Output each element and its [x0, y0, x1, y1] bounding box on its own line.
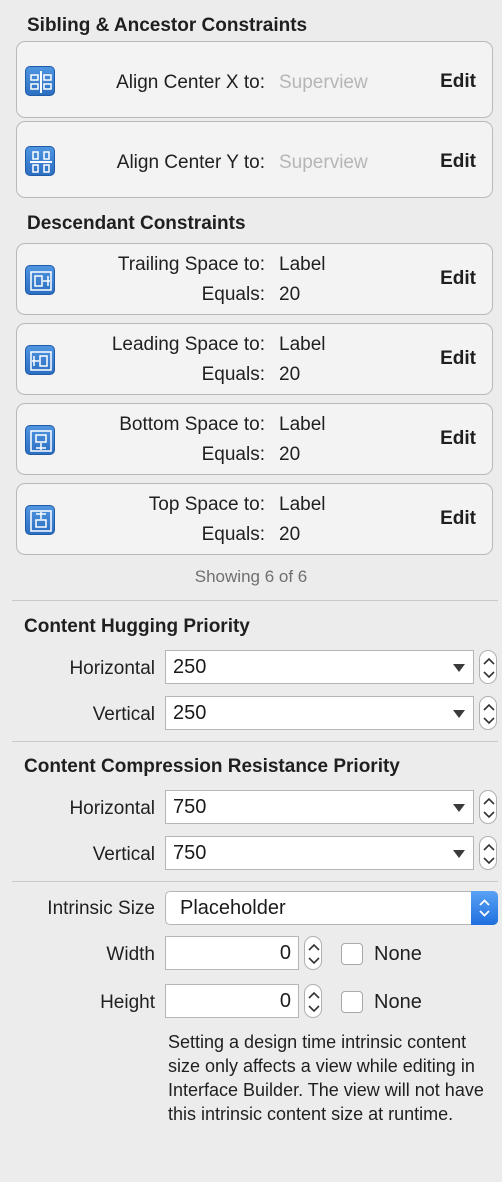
equals-value: 20 [279, 444, 301, 465]
select-value: 750 [173, 796, 207, 818]
select-value: 750 [173, 842, 207, 864]
align-center-y-icon [25, 146, 55, 176]
intrinsic-size-popup[interactable]: Placeholder [165, 891, 498, 925]
constraint-trailing-space[interactable]: Trailing Space to: Label Equals: 20 Edit [16, 243, 493, 315]
compression-vertical-select[interactable]: 750 [165, 836, 474, 870]
edit-button[interactable]: Edit [440, 268, 476, 290]
top-space-icon [25, 505, 55, 535]
constraint-label: Top Space to: [148, 494, 265, 515]
edit-button[interactable]: Edit [440, 71, 476, 93]
select-value: 250 [173, 656, 207, 678]
constraint-label: Align Center Y to: [116, 152, 265, 173]
height-none-checkbox[interactable] [341, 991, 363, 1013]
width-none-checkbox[interactable] [341, 943, 363, 965]
equals-label: Equals: [201, 524, 265, 545]
select-value: 250 [173, 702, 207, 724]
constraint-label: Leading Space to: [111, 334, 265, 355]
width-field[interactable]: 0 [165, 936, 299, 970]
chevron-down-icon [453, 710, 465, 718]
content-hugging-title: Content Hugging Priority [24, 616, 250, 637]
constraint-target: Label [279, 414, 326, 435]
constraint-label: Bottom Space to: [119, 414, 265, 435]
content-compression-title: Content Compression Resistance Priority [24, 756, 400, 777]
width-stepper[interactable] [304, 936, 322, 970]
hugging-horizontal-stepper[interactable] [479, 650, 497, 684]
constraint-align-center-y[interactable]: Align Center Y to: Superview Edit [16, 121, 493, 198]
hugging-horizontal-select[interactable]: 250 [165, 650, 474, 684]
width-none-label[interactable]: None [374, 943, 422, 966]
trailing-space-icon [25, 265, 55, 295]
constraint-leading-space[interactable]: Leading Space to: Label Equals: 20 Edit [16, 323, 493, 395]
edit-button[interactable]: Edit [440, 348, 476, 370]
compression-horizontal-select[interactable]: 750 [165, 790, 474, 824]
intrinsic-size-label: Intrinsic Size [47, 898, 155, 919]
hugging-vertical-label: Vertical [92, 704, 155, 725]
equals-value: 20 [279, 524, 301, 545]
equals-value: 20 [279, 364, 301, 385]
popup-value: Placeholder [180, 897, 286, 919]
showing-count: Showing 6 of 6 [194, 567, 308, 586]
width-label: Width [106, 944, 155, 965]
compression-vertical-stepper[interactable] [479, 836, 497, 870]
height-field[interactable]: 0 [165, 984, 299, 1018]
chevron-down-icon [453, 664, 465, 672]
height-label: Height [100, 992, 155, 1013]
divider [12, 600, 498, 601]
popup-chevron-icon [471, 891, 498, 925]
bottom-space-icon [25, 425, 55, 455]
constraint-label: Trailing Space to: [117, 254, 265, 275]
constraint-target: Label [279, 254, 326, 275]
equals-value: 20 [279, 284, 301, 305]
constraint-target: Label [279, 334, 326, 355]
constraint-align-center-x[interactable]: Align Center X to: Superview Edit [16, 41, 493, 118]
hugging-vertical-select[interactable]: 250 [165, 696, 474, 730]
equals-label: Equals: [201, 444, 265, 465]
equals-label: Equals: [201, 364, 265, 385]
edit-button[interactable]: Edit [440, 428, 476, 450]
edit-button[interactable]: Edit [440, 151, 476, 173]
divider [12, 881, 498, 882]
intrinsic-size-note: Setting a design time intrinsic content … [168, 1032, 484, 1124]
edit-button[interactable]: Edit [440, 508, 476, 530]
compression-horizontal-label: Horizontal [69, 798, 155, 819]
height-stepper[interactable] [304, 984, 322, 1018]
compression-horizontal-stepper[interactable] [479, 790, 497, 824]
constraint-target: Label [279, 494, 326, 515]
equals-label: Equals: [201, 284, 265, 305]
height-none-label[interactable]: None [374, 991, 422, 1014]
hugging-vertical-stepper[interactable] [479, 696, 497, 730]
divider [12, 741, 498, 742]
constraint-top-space[interactable]: Top Space to: Label Equals: 20 Edit [16, 483, 493, 555]
constraint-target: Superview [279, 72, 368, 93]
constraint-target: Superview [279, 152, 368, 173]
compression-vertical-label: Vertical [92, 844, 155, 865]
chevron-down-icon [453, 850, 465, 858]
descendant-constraints-title: Descendant Constraints [27, 213, 246, 234]
constraint-label: Align Center X to: [116, 72, 265, 93]
align-center-x-icon [25, 66, 55, 96]
leading-space-icon [25, 345, 55, 375]
constraint-bottom-space[interactable]: Bottom Space to: Label Equals: 20 Edit [16, 403, 493, 475]
hugging-horizontal-label: Horizontal [69, 658, 155, 679]
chevron-down-icon [453, 804, 465, 812]
sibling-ancestor-constraints-title: Sibling & Ancestor Constraints [27, 15, 308, 36]
